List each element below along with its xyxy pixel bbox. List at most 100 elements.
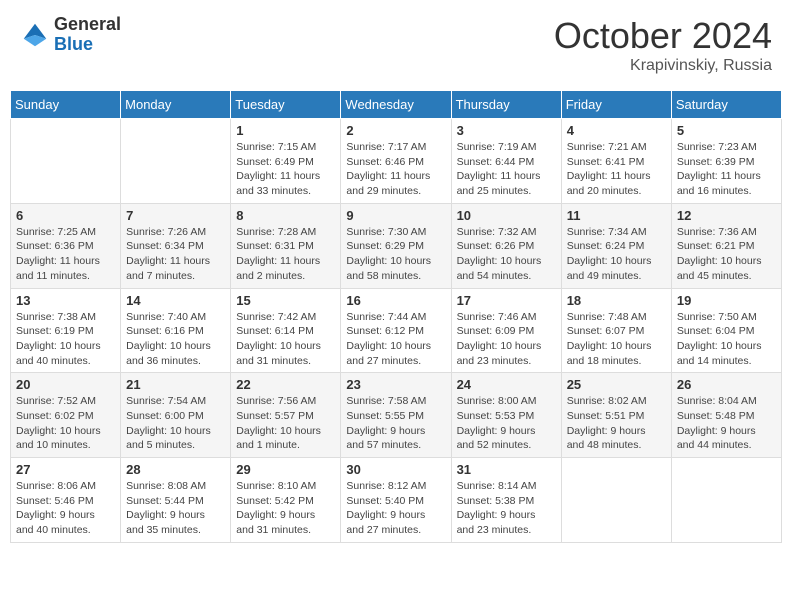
day-info: Sunrise: 8:04 AM Sunset: 5:48 PM Dayligh… [677, 394, 776, 453]
calendar-cell: 26 Sunrise: 8:04 AM Sunset: 5:48 PM Dayli… [671, 373, 781, 458]
calendar-cell: 1 Sunrise: 7:15 AM Sunset: 6:49 PM Daylig… [231, 119, 341, 204]
day-info: Sunrise: 8:08 AM Sunset: 5:44 PM Dayligh… [126, 479, 225, 538]
day-info: Sunrise: 8:00 AM Sunset: 5:53 PM Dayligh… [457, 394, 556, 453]
calendar-cell: 21Sunrise: 7:54 AM Sunset: 6:00 PM Dayli… [121, 373, 231, 458]
day-number: 9 [346, 208, 445, 223]
day-number: 22 [236, 377, 335, 392]
calendar-week-row: 1 Sunrise: 7:15 AM Sunset: 6:49 PM Daylig… [11, 119, 782, 204]
calendar-cell: 5Sunrise: 7:23 AM Sunset: 6:39 PM Daylig… [671, 119, 781, 204]
day-info: Sunrise: 7:30 AM Sunset: 6:29 PM Dayligh… [346, 225, 445, 284]
calendar-week-row: 20Sunrise: 7:52 AM Sunset: 6:02 PM Dayli… [11, 373, 782, 458]
calendar-cell: 13Sunrise: 7:38 AM Sunset: 6:19 PM Dayli… [11, 288, 121, 373]
calendar-cell [121, 119, 231, 204]
day-info: Sunrise: 7:36 AM Sunset: 6:21 PM Dayligh… [677, 225, 776, 284]
calendar-table: SundayMondayTuesdayWednesdayThursdayFrid… [10, 90, 782, 543]
calendar-cell: 25Sunrise: 8:02 AM Sunset: 5:51 PM Dayli… [561, 373, 671, 458]
day-info: Sunrise: 8:14 AM Sunset: 5:38 PM Dayligh… [457, 479, 556, 538]
day-number: 15 [236, 293, 335, 308]
calendar-cell: 7 Sunrise: 7:26 AM Sunset: 6:34 PM Daylig… [121, 203, 231, 288]
calendar-cell: 12 Sunrise: 7:36 AM Sunset: 6:21 PM Dayli… [671, 203, 781, 288]
day-number: 4 [567, 123, 666, 138]
day-number: 30 [346, 462, 445, 477]
day-info: Sunrise: 7:50 AM Sunset: 6:04 PM Dayligh… [677, 310, 776, 369]
day-number: 29 [236, 462, 335, 477]
day-info: Sunrise: 7:58 AM Sunset: 5:55 PM Dayligh… [346, 394, 445, 453]
day-info: Sunrise: 7:44 AM Sunset: 6:12 PM Dayligh… [346, 310, 445, 369]
weekday-header-saturday: Saturday [671, 91, 781, 119]
day-info: Sunrise: 7:21 AM Sunset: 6:41 PM Dayligh… [567, 140, 666, 199]
calendar-week-row: 13Sunrise: 7:38 AM Sunset: 6:19 PM Dayli… [11, 288, 782, 373]
calendar-cell: 29 Sunrise: 8:10 AM Sunset: 5:42 PM Dayli… [231, 458, 341, 543]
day-info: Sunrise: 7:46 AM Sunset: 6:09 PM Dayligh… [457, 310, 556, 369]
day-info: Sunrise: 7:52 AM Sunset: 6:02 PM Dayligh… [16, 394, 115, 453]
weekday-header-tuesday: Tuesday [231, 91, 341, 119]
day-number: 12 [677, 208, 776, 223]
weekday-header-wednesday: Wednesday [341, 91, 451, 119]
day-number: 6 [16, 208, 115, 223]
calendar-cell: 24Sunrise: 8:00 AM Sunset: 5:53 PM Dayli… [451, 373, 561, 458]
day-number: 23 [346, 377, 445, 392]
day-number: 21 [126, 377, 225, 392]
day-info: Sunrise: 8:06 AM Sunset: 5:46 PM Dayligh… [16, 479, 115, 538]
logo-blue: Blue [54, 35, 121, 55]
day-number: 3 [457, 123, 556, 138]
day-number: 8 [236, 208, 335, 223]
calendar-cell: 11Sunrise: 7:34 AM Sunset: 6:24 PM Dayli… [561, 203, 671, 288]
calendar-cell [561, 458, 671, 543]
weekday-header-monday: Monday [121, 91, 231, 119]
logo: General Blue [20, 15, 121, 55]
logo-text: General Blue [54, 15, 121, 55]
calendar-cell: 18Sunrise: 7:48 AM Sunset: 6:07 PM Dayli… [561, 288, 671, 373]
calendar-cell: 31 Sunrise: 8:14 AM Sunset: 5:38 PM Dayli… [451, 458, 561, 543]
day-info: Sunrise: 7:34 AM Sunset: 6:24 PM Dayligh… [567, 225, 666, 284]
weekday-header-sunday: Sunday [11, 91, 121, 119]
day-info: Sunrise: 7:26 AM Sunset: 6:34 PM Dayligh… [126, 225, 225, 284]
day-info: Sunrise: 7:17 AM Sunset: 6:46 PM Dayligh… [346, 140, 445, 199]
logo-general: General [54, 15, 121, 35]
logo-icon [20, 20, 50, 50]
calendar-cell: 6 Sunrise: 7:25 AM Sunset: 6:36 PM Daylig… [11, 203, 121, 288]
weekday-header-thursday: Thursday [451, 91, 561, 119]
month-title: October 2024 [554, 15, 772, 57]
day-number: 16 [346, 293, 445, 308]
calendar-cell: 3 Sunrise: 7:19 AM Sunset: 6:44 PM Daylig… [451, 119, 561, 204]
day-info: Sunrise: 8:10 AM Sunset: 5:42 PM Dayligh… [236, 479, 335, 538]
calendar-cell: 15 Sunrise: 7:42 AM Sunset: 6:14 PM Dayli… [231, 288, 341, 373]
calendar-cell: 22 Sunrise: 7:56 AM Sunset: 5:57 PM Dayli… [231, 373, 341, 458]
day-info: Sunrise: 7:25 AM Sunset: 6:36 PM Dayligh… [16, 225, 115, 284]
calendar-cell: 28 Sunrise: 8:08 AM Sunset: 5:44 PM Dayli… [121, 458, 231, 543]
calendar-cell: 4 Sunrise: 7:21 AM Sunset: 6:41 PM Daylig… [561, 119, 671, 204]
day-number: 26 [677, 377, 776, 392]
subtitle: Krapivinskiy, Russia [554, 57, 772, 75]
page-header: General Blue October 2024 Krapivinskiy, … [10, 10, 782, 80]
day-info: Sunrise: 8:12 AM Sunset: 5:40 PM Dayligh… [346, 479, 445, 538]
day-info: Sunrise: 7:32 AM Sunset: 6:26 PM Dayligh… [457, 225, 556, 284]
day-info: Sunrise: 7:28 AM Sunset: 6:31 PM Dayligh… [236, 225, 335, 284]
day-info: Sunrise: 7:42 AM Sunset: 6:14 PM Dayligh… [236, 310, 335, 369]
calendar-cell: 20Sunrise: 7:52 AM Sunset: 6:02 PM Dayli… [11, 373, 121, 458]
day-info: Sunrise: 7:56 AM Sunset: 5:57 PM Dayligh… [236, 394, 335, 453]
day-number: 13 [16, 293, 115, 308]
calendar-cell: 30 Sunrise: 8:12 AM Sunset: 5:40 PM Dayli… [341, 458, 451, 543]
calendar-cell: 2 Sunrise: 7:17 AM Sunset: 6:46 PM Daylig… [341, 119, 451, 204]
weekday-header-friday: Friday [561, 91, 671, 119]
calendar-cell: 14Sunrise: 7:40 AM Sunset: 6:16 PM Dayli… [121, 288, 231, 373]
day-info: Sunrise: 7:19 AM Sunset: 6:44 PM Dayligh… [457, 140, 556, 199]
calendar-cell: 23 Sunrise: 7:58 AM Sunset: 5:55 PM Dayli… [341, 373, 451, 458]
day-number: 7 [126, 208, 225, 223]
calendar-cell: 16 Sunrise: 7:44 AM Sunset: 6:12 PM Dayli… [341, 288, 451, 373]
calendar-cell: 17Sunrise: 7:46 AM Sunset: 6:09 PM Dayli… [451, 288, 561, 373]
calendar-cell: 27Sunrise: 8:06 AM Sunset: 5:46 PM Dayli… [11, 458, 121, 543]
day-number: 18 [567, 293, 666, 308]
day-info: Sunrise: 7:15 AM Sunset: 6:49 PM Dayligh… [236, 140, 335, 199]
day-number: 14 [126, 293, 225, 308]
day-number: 1 [236, 123, 335, 138]
calendar-cell [671, 458, 781, 543]
day-number: 28 [126, 462, 225, 477]
calendar-cell: 10Sunrise: 7:32 AM Sunset: 6:26 PM Dayli… [451, 203, 561, 288]
day-number: 31 [457, 462, 556, 477]
day-number: 2 [346, 123, 445, 138]
calendar-cell: 9 Sunrise: 7:30 AM Sunset: 6:29 PM Daylig… [341, 203, 451, 288]
calendar-header-row: SundayMondayTuesdayWednesdayThursdayFrid… [11, 91, 782, 119]
day-info: Sunrise: 8:02 AM Sunset: 5:51 PM Dayligh… [567, 394, 666, 453]
